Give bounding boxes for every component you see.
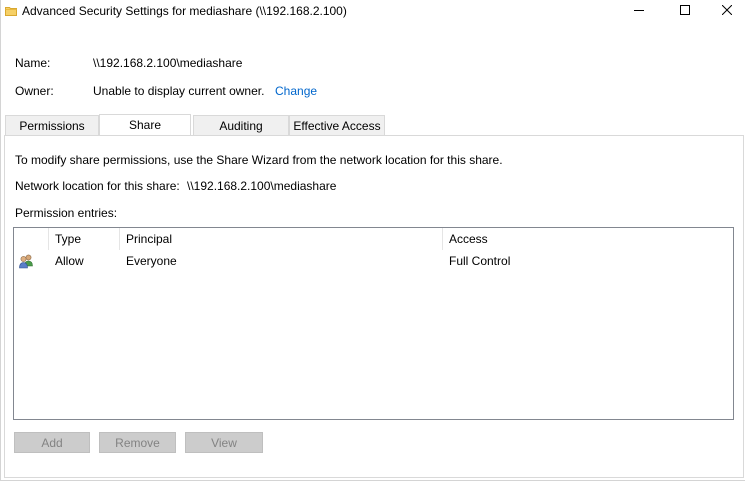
tab-auditing[interactable]: Auditing	[193, 115, 289, 136]
owner-value: Unable to display current owner.	[93, 84, 265, 98]
users-group-icon	[18, 253, 34, 269]
name-value: \\192.168.2.100\mediashare	[93, 56, 243, 70]
network-location-label: Network location for this share:	[15, 179, 180, 193]
tab-permissions[interactable]: Permissions	[5, 115, 99, 136]
column-header-icon[interactable]	[14, 228, 49, 250]
row-principal: Everyone	[126, 254, 177, 268]
title-bar[interactable]: Advanced Security Settings for mediashar…	[1, 0, 745, 23]
maximize-button[interactable]	[662, 0, 708, 22]
owner-change-link[interactable]: Change	[275, 84, 317, 98]
maximize-icon	[680, 4, 690, 18]
minimize-icon	[634, 4, 644, 18]
tab-effective-access[interactable]: Effective Access	[289, 115, 385, 136]
remove-button[interactable]: Remove	[99, 432, 176, 453]
name-label: Name:	[15, 56, 51, 70]
table-row[interactable]: Allow Everyone Full Control	[14, 250, 733, 272]
network-location-value: \\192.168.2.100\mediashare	[187, 179, 337, 193]
permission-entries-list[interactable]: Type Principal Access Allow Everyone Ful…	[13, 227, 734, 420]
view-button[interactable]: View	[185, 432, 263, 453]
share-instruction-text: To modify share permissions, use the Sha…	[15, 153, 503, 167]
column-header-access[interactable]: Access	[443, 228, 733, 250]
close-button[interactable]	[708, 0, 745, 22]
advanced-security-window: Advanced Security Settings for mediashar…	[0, 0, 745, 481]
minimize-button[interactable]	[616, 0, 662, 22]
column-header-principal[interactable]: Principal	[120, 228, 443, 250]
row-type: Allow	[55, 254, 84, 268]
tab-share[interactable]: Share	[99, 114, 191, 136]
add-button[interactable]: Add	[14, 432, 90, 453]
column-header-type[interactable]: Type	[49, 228, 120, 250]
permission-entries-label: Permission entries:	[15, 206, 118, 220]
close-icon	[721, 4, 733, 18]
window-title: Advanced Security Settings for mediashar…	[22, 4, 347, 18]
row-access: Full Control	[449, 254, 511, 268]
folder-icon	[5, 5, 17, 17]
owner-label: Owner:	[15, 84, 54, 98]
list-header: Type Principal Access	[14, 228, 733, 250]
